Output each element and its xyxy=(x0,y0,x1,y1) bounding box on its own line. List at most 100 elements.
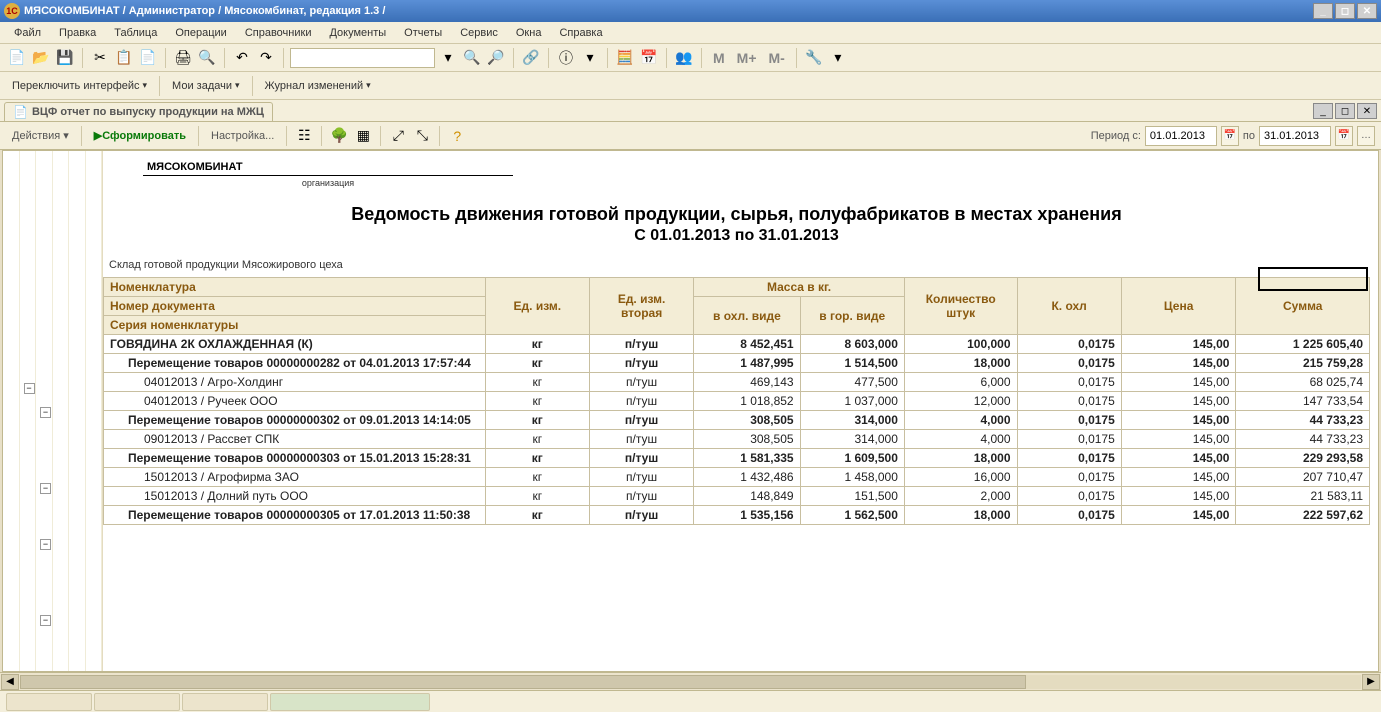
m-plus-button[interactable]: М+ xyxy=(732,47,762,69)
outline-toggle[interactable]: − xyxy=(40,483,51,494)
menu-references[interactable]: Справочники xyxy=(237,25,320,41)
redo-icon[interactable]: ↷ xyxy=(255,47,277,69)
close-button[interactable]: ✕ xyxy=(1357,3,1377,19)
search-input[interactable] xyxy=(290,48,435,68)
form-button[interactable]: ▶ Сформировать xyxy=(88,127,192,144)
status-tab[interactable] xyxy=(182,693,268,711)
m-button[interactable]: М xyxy=(708,47,730,69)
outline-toggle[interactable]: − xyxy=(40,407,51,418)
horizontal-scrollbar[interactable]: ◀ ▶ xyxy=(0,672,1381,690)
scroll-track[interactable] xyxy=(20,675,1361,689)
tab-minimize-button[interactable]: _ xyxy=(1313,103,1333,119)
menu-edit[interactable]: Правка xyxy=(51,25,104,41)
menu-documents[interactable]: Документы xyxy=(321,25,394,41)
help-round-icon[interactable]: ⓘ xyxy=(555,47,577,69)
cell-qty: 2,000 xyxy=(904,487,1017,506)
help-dropdown-icon[interactable]: ▾ xyxy=(579,47,601,69)
actions-dropdown[interactable]: Действия▾ xyxy=(6,127,75,144)
date-to-input[interactable] xyxy=(1259,126,1331,146)
table-row[interactable]: 04012013 / Агро-Холдингкгп/туш469,143477… xyxy=(104,373,1370,392)
find-next-icon[interactable]: 🔎 xyxy=(485,47,507,69)
scroll-right-icon[interactable]: ▶ xyxy=(1362,674,1380,690)
cell-qty: 4,000 xyxy=(904,430,1017,449)
outline-toggle[interactable]: − xyxy=(24,383,35,394)
save-icon[interactable]: 💾 xyxy=(54,47,76,69)
table-row[interactable]: 04012013 / Ручеек ОООкгп/туш1 018,8521 0… xyxy=(104,392,1370,411)
tree-icon[interactable]: 🌳 xyxy=(328,125,350,147)
status-tab[interactable] xyxy=(94,693,180,711)
table-row[interactable]: Перемещение товаров 00000000302 от 09.01… xyxy=(104,411,1370,430)
minimize-button[interactable]: _ xyxy=(1313,3,1333,19)
document-icon: 📄 xyxy=(13,105,28,119)
status-tab-active[interactable] xyxy=(270,693,430,711)
status-tab[interactable] xyxy=(6,693,92,711)
new-icon[interactable]: 📄 xyxy=(6,47,28,69)
tab-restore-button[interactable]: ◻ xyxy=(1335,103,1355,119)
table-row[interactable]: 15012013 / Агрофирма ЗАОкгп/туш1 432,486… xyxy=(104,468,1370,487)
date-to-calendar-icon[interactable]: 📅 xyxy=(1335,126,1353,146)
grid-icon[interactable]: ☷ xyxy=(293,125,315,147)
collapse-icon[interactable]: ⤡ xyxy=(411,125,433,147)
change-log-button[interactable]: Журнал изменений▾ xyxy=(259,78,377,94)
table-row[interactable]: Перемещение товаров 00000000303 от 15.01… xyxy=(104,449,1370,468)
cell-unit2: п/туш xyxy=(589,411,693,430)
cell-sum: 147 733,54 xyxy=(1236,392,1370,411)
cut-icon[interactable]: ✂ xyxy=(89,47,111,69)
outline-toggle[interactable]: − xyxy=(40,539,51,550)
wrench-icon[interactable]: 🔧 xyxy=(803,47,825,69)
my-tasks-button[interactable]: Мои задачи▾ xyxy=(166,78,245,94)
table-icon[interactable]: ▦ xyxy=(352,125,374,147)
menu-help[interactable]: Справка xyxy=(551,25,610,41)
expand-icon[interactable]: ⤢ xyxy=(387,125,409,147)
scroll-thumb[interactable] xyxy=(20,675,1026,689)
table-row[interactable]: Перемещение товаров 00000000282 от 04.01… xyxy=(104,354,1370,373)
table-row[interactable]: 15012013 / Долний путь ОООкгп/туш148,849… xyxy=(104,487,1370,506)
date-from-input[interactable] xyxy=(1145,126,1217,146)
menu-operations[interactable]: Операции xyxy=(167,25,234,41)
cell-price: 145,00 xyxy=(1121,373,1236,392)
calendar-icon[interactable]: 📅 xyxy=(638,47,660,69)
cell-unit: кг xyxy=(485,411,589,430)
help-icon[interactable]: ? xyxy=(446,125,468,147)
wrench-dropdown-icon[interactable]: ▾ xyxy=(827,47,849,69)
find-icon[interactable]: 🔍 xyxy=(461,47,483,69)
paste-icon[interactable]: 📄 xyxy=(137,47,159,69)
cell-unit: кг xyxy=(485,430,589,449)
table-row[interactable]: 09012013 / Рассвет СПКкгп/туш308,505314,… xyxy=(104,430,1370,449)
menu-table[interactable]: Таблица xyxy=(106,25,165,41)
table-row[interactable]: Перемещение товаров 00000000305 от 17.01… xyxy=(104,506,1370,525)
preview-icon[interactable]: 🔍 xyxy=(196,47,218,69)
menu-windows[interactable]: Окна xyxy=(508,25,550,41)
cell-mass-hot: 477,500 xyxy=(800,373,904,392)
print-icon[interactable]: 🖨 xyxy=(172,47,194,69)
scroll-left-icon[interactable]: ◀ xyxy=(1,674,19,690)
cell-mass-cold: 469,143 xyxy=(694,373,800,392)
cell-unit: кг xyxy=(485,468,589,487)
cell-k: 0,0175 xyxy=(1017,373,1121,392)
period-more-icon[interactable]: … xyxy=(1357,126,1375,146)
table-row[interactable]: ГОВЯДИНА 2К ОХЛАЖДЕННАЯ (К)кгп/туш8 452,… xyxy=(104,335,1370,354)
link-icon[interactable]: 🔗 xyxy=(520,47,542,69)
restore-button[interactable]: ◻ xyxy=(1335,3,1355,19)
menu-reports[interactable]: Отчеты xyxy=(396,25,450,41)
menu-service[interactable]: Сервис xyxy=(452,25,506,41)
cell-price: 145,00 xyxy=(1121,354,1236,373)
copy-icon[interactable]: 📋 xyxy=(113,47,135,69)
m-minus-button[interactable]: М- xyxy=(764,47,790,69)
tab-report[interactable]: 📄 ВЦФ отчет по выпуску продукции на МЖЦ xyxy=(4,102,273,121)
undo-icon[interactable]: ↶ xyxy=(231,47,253,69)
cell-sum: 229 293,58 xyxy=(1236,449,1370,468)
users-icon[interactable]: 👥 xyxy=(673,47,695,69)
menu-file[interactable]: Файл xyxy=(6,25,49,41)
period-controls: Период с: 📅 по 📅 … xyxy=(1091,126,1375,146)
date-from-calendar-icon[interactable]: 📅 xyxy=(1221,126,1239,146)
cell-qty: 18,000 xyxy=(904,354,1017,373)
outline-toggle[interactable]: − xyxy=(40,615,51,626)
menubar: Файл Правка Таблица Операции Справочники… xyxy=(0,22,1381,44)
search-dropdown-icon[interactable]: ▾ xyxy=(437,47,459,69)
settings-button[interactable]: Настройка... xyxy=(205,128,280,144)
calc-icon[interactable]: 🧮 xyxy=(614,47,636,69)
tab-close-button[interactable]: ✕ xyxy=(1357,103,1377,119)
switch-interface-button[interactable]: Переключить интерфейс▾ xyxy=(6,78,153,94)
open-icon[interactable]: 📂 xyxy=(30,47,52,69)
